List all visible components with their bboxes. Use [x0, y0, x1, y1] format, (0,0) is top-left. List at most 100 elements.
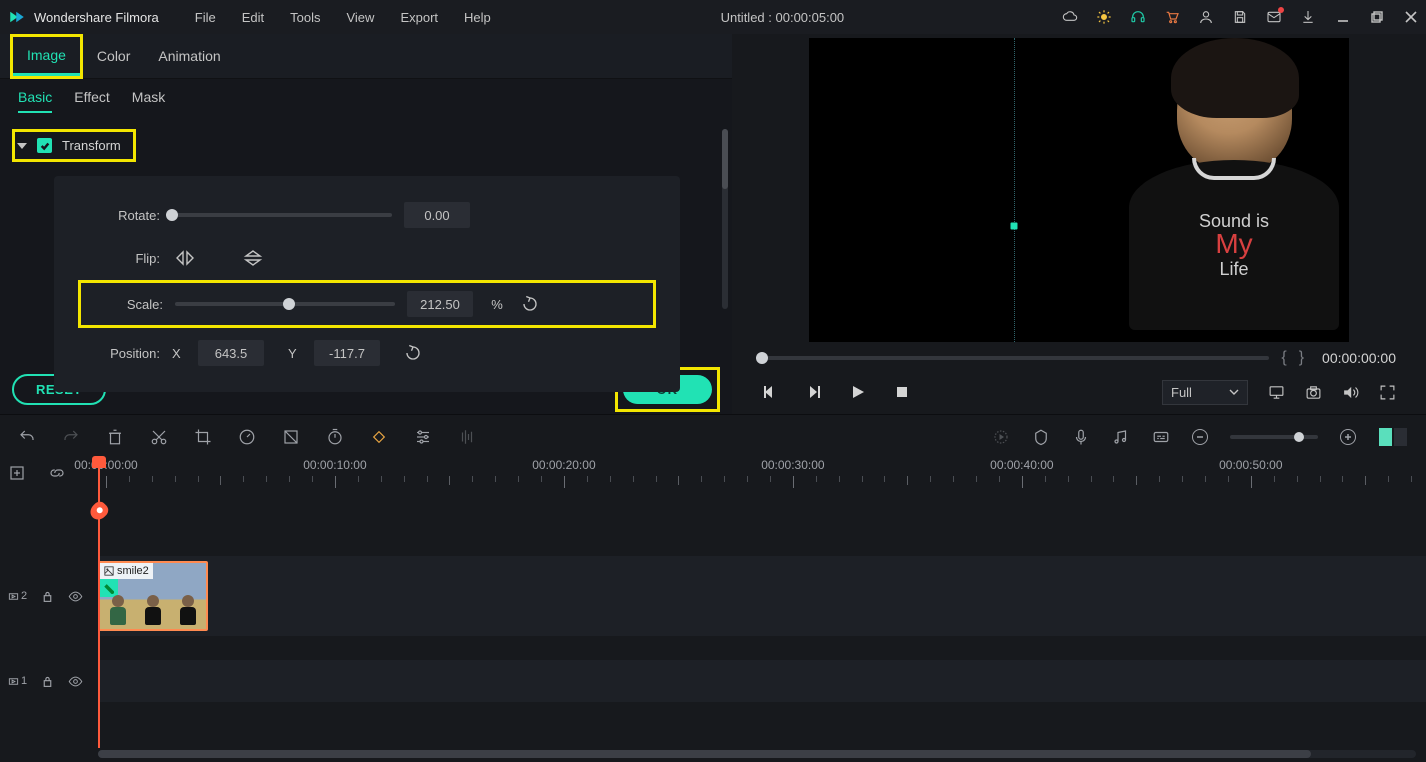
- preview-timecode: 00:00:00:00: [1322, 350, 1396, 366]
- transform-section-header[interactable]: Transform: [15, 132, 123, 159]
- track-add-icon[interactable]: [8, 464, 26, 482]
- track1-number: 1: [21, 675, 27, 687]
- adjust-icon[interactable]: [414, 428, 432, 446]
- menu-tools[interactable]: Tools: [278, 6, 332, 29]
- preview-canvas[interactable]: Sound is My Life: [732, 34, 1426, 346]
- audio-mixer-icon[interactable]: [1112, 428, 1130, 446]
- preview-subject: Sound is My Life: [1129, 50, 1339, 330]
- chevron-down-icon: [17, 143, 27, 149]
- rotate-slider[interactable]: [172, 213, 392, 217]
- delete-icon[interactable]: [106, 428, 124, 446]
- eye-icon[interactable]: [68, 589, 83, 604]
- chevron-down-icon: [1229, 387, 1239, 397]
- menu-help[interactable]: Help: [452, 6, 503, 29]
- mark-in-icon[interactable]: {: [1281, 349, 1286, 367]
- sun-icon[interactable]: [1096, 9, 1112, 25]
- scale-reset-icon[interactable]: [521, 295, 539, 313]
- scale-label: Scale:: [85, 297, 163, 312]
- menu-export[interactable]: Export: [388, 6, 450, 29]
- properties-scrollbar[interactable]: [722, 129, 728, 309]
- tab-color[interactable]: Color: [83, 38, 144, 74]
- tab-image[interactable]: Image: [13, 37, 80, 76]
- clip-name: smile2: [117, 565, 149, 577]
- flip-horizontal-button[interactable]: [172, 248, 198, 268]
- scale-slider[interactable]: [175, 302, 395, 306]
- tab-animation[interactable]: Animation: [144, 38, 234, 74]
- timeline-ruler[interactable]: 00:00:00:0000:00:10:0000:00:20:0000:00:3…: [98, 458, 1426, 506]
- quality-select[interactable]: Full: [1162, 380, 1248, 405]
- ruler-label: 00:00:30:00: [761, 458, 824, 472]
- messages-icon[interactable]: [1266, 9, 1282, 25]
- menu-file[interactable]: File: [183, 6, 228, 29]
- zoom-out-button[interactable]: [1192, 429, 1208, 445]
- transform-label: Transform: [62, 138, 121, 153]
- subtitle-icon[interactable]: [1152, 428, 1170, 446]
- crop-icon[interactable]: [194, 428, 212, 446]
- play-icon[interactable]: [850, 384, 866, 400]
- voiceover-icon[interactable]: [1072, 428, 1090, 446]
- menu-edit[interactable]: Edit: [230, 6, 276, 29]
- support-icon[interactable]: [1130, 9, 1146, 25]
- playhead[interactable]: [98, 458, 100, 748]
- render-icon[interactable]: [992, 428, 1010, 446]
- account-icon[interactable]: [1198, 9, 1214, 25]
- video-track-1: 1: [0, 660, 1426, 702]
- audio-stretch-icon: [458, 428, 476, 446]
- cart-icon[interactable]: [1164, 9, 1180, 25]
- subtab-basic[interactable]: Basic: [18, 89, 52, 113]
- track-link-icon[interactable]: [48, 464, 66, 482]
- timeline-clip[interactable]: smile2: [98, 561, 208, 631]
- redo-icon: [62, 428, 80, 446]
- position-reset-icon[interactable]: [404, 344, 422, 362]
- stop-icon[interactable]: [894, 384, 910, 400]
- fullscreen-icon[interactable]: [1379, 384, 1396, 401]
- step-forward-icon[interactable]: [806, 384, 822, 400]
- window-close-icon[interactable]: [1404, 10, 1418, 24]
- scrub-slider[interactable]: [762, 356, 1269, 360]
- download-icon[interactable]: [1300, 9, 1316, 25]
- duration-icon[interactable]: [326, 428, 344, 446]
- keyframe-icon[interactable]: [370, 428, 388, 446]
- subtab-effect[interactable]: Effect: [74, 89, 110, 113]
- transform-anchor-icon[interactable]: [1011, 223, 1018, 230]
- track-2-lane[interactable]: smile2: [98, 556, 1426, 636]
- menu-view[interactable]: View: [334, 6, 386, 29]
- step-back-icon[interactable]: [762, 384, 778, 400]
- cloud-icon[interactable]: [1062, 9, 1078, 25]
- timeline-ruler-row: 00:00:00:0000:00:10:0000:00:20:0000:00:3…: [0, 458, 1426, 506]
- snapshot-icon[interactable]: [1305, 384, 1322, 401]
- save-icon[interactable]: [1232, 9, 1248, 25]
- lock-icon[interactable]: [41, 675, 54, 688]
- timeline-view-toggle[interactable]: [1378, 427, 1408, 447]
- display-icon[interactable]: [1268, 384, 1285, 401]
- cut-icon[interactable]: [150, 428, 168, 446]
- timeline-h-scrollbar[interactable]: [98, 750, 1416, 758]
- zoom-slider[interactable]: [1230, 435, 1318, 439]
- volume-icon[interactable]: [1342, 384, 1359, 401]
- menu-bar: File Edit Tools View Export Help: [183, 6, 503, 29]
- pos-x-input[interactable]: [198, 340, 264, 366]
- speed-icon[interactable]: [238, 428, 256, 446]
- eye-icon[interactable]: [68, 674, 83, 689]
- scale-input[interactable]: [407, 291, 473, 317]
- ruler-label: 00:00:00:00: [74, 458, 137, 472]
- track-1-lane[interactable]: [98, 660, 1426, 702]
- window-minimize-icon[interactable]: [1336, 10, 1350, 24]
- timeline: 00:00:00:0000:00:10:0000:00:20:0000:00:3…: [0, 458, 1426, 762]
- preview-frame: Sound is My Life: [809, 38, 1349, 342]
- rotate-input[interactable]: [404, 202, 470, 228]
- color-icon[interactable]: [282, 428, 300, 446]
- subtab-mask[interactable]: Mask: [132, 89, 165, 113]
- transform-checkbox[interactable]: [37, 138, 52, 153]
- pos-y-input[interactable]: [314, 340, 380, 366]
- flip-vertical-button[interactable]: [240, 248, 266, 268]
- lock-icon[interactable]: [41, 590, 54, 603]
- zoom-in-button[interactable]: [1340, 429, 1356, 445]
- window-restore-icon[interactable]: [1370, 10, 1384, 24]
- undo-icon[interactable]: [18, 428, 36, 446]
- rotate-row: Rotate:: [82, 202, 652, 228]
- mark-out-icon[interactable]: }: [1299, 349, 1304, 367]
- marker-icon[interactable]: [1032, 428, 1050, 446]
- video-track-2: 2 smile2: [0, 556, 1426, 636]
- app-logo-icon: [8, 8, 26, 26]
